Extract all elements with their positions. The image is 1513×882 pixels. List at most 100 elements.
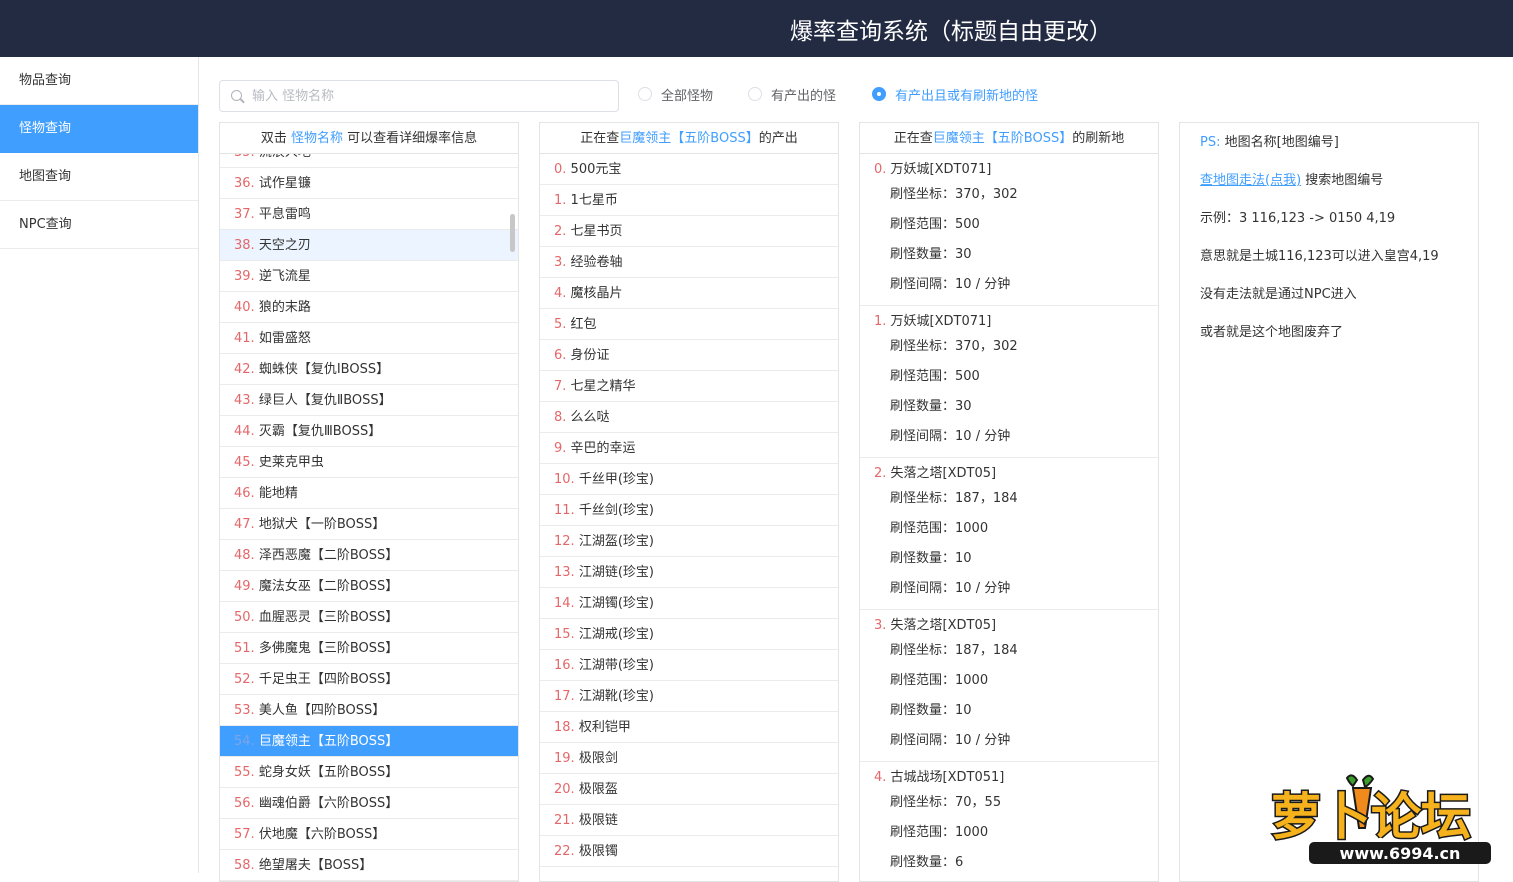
monster-row[interactable]: 51. 多佛魔鬼【三阶BOSS】	[220, 633, 518, 664]
drop-item-row[interactable]: 0. 500元宝	[540, 154, 838, 185]
monster-name: 灭霸【复仇ⅢBOSS】	[258, 424, 382, 439]
spawn-map-title: 3. 失落之塔[XDT05]	[860, 616, 1158, 636]
row-index: 50	[234, 610, 251, 625]
monster-row[interactable]: 35. 流浪人地	[220, 154, 518, 168]
spawn-location-group[interactable]: 1. 万妖城[XDT071] 刷怪坐标：370，302 刷怪范围：500 刷怪数量：3…	[860, 306, 1158, 458]
monster-row[interactable]: 55. 蛇身女妖【五阶BOSS】	[220, 757, 518, 788]
drop-item-row[interactable]: 11. 千丝剑(珍宝)	[540, 495, 838, 526]
drop-item-row[interactable]: 4. 魔核晶片	[540, 278, 838, 309]
drop-item-row[interactable]: 3. 经验卷轴	[540, 247, 838, 278]
spawn-location-group[interactable]: 0. 万妖城[XDT071] 刷怪坐标：370，302 刷怪范围：500 刷怪数量：3…	[860, 154, 1158, 306]
spawn-location-group[interactable]: 3. 失落之塔[XDT05] 刷怪坐标：187，184 刷怪范围：1000 刷怪数量：…	[860, 610, 1158, 762]
spawn-list[interactable]: 0. 万妖城[XDT071] 刷怪坐标：370，302 刷怪范围：500 刷怪数量：3…	[860, 154, 1158, 881]
monster-row[interactable]: 57. 伏地魔【六阶BOSS】	[220, 819, 518, 850]
sidebar: 物品查询 怪物查询 地图查询 NPC查询	[0, 57, 199, 873]
top-header: 爆率查询系统（标题自由更改）	[0, 0, 1513, 57]
monster-search-box[interactable]	[219, 80, 619, 112]
monster-row[interactable]: 49. 魔法女巫【二阶BOSS】	[220, 571, 518, 602]
monster-row[interactable]: 42. 蜘蛛侠【复仇ⅠBOSS】	[220, 354, 518, 385]
monster-row[interactable]: 43. 绿巨人【复仇ⅡBOSS】	[220, 385, 518, 416]
row-index: 21	[554, 813, 571, 828]
drop-item-row[interactable]: 2. 七星书页	[540, 216, 838, 247]
row-index: 40	[234, 300, 251, 315]
monster-row[interactable]: 54. 巨魔领主【五阶BOSS】	[220, 726, 518, 757]
drop-item-name: 身份证	[570, 348, 610, 363]
drop-item-row[interactable]: 8. 么么哒	[540, 402, 838, 433]
index-separator: .	[570, 503, 579, 518]
row-index: 16	[554, 658, 571, 673]
monster-row[interactable]: 56. 幽魂伯爵【六阶BOSS】	[220, 788, 518, 819]
row-index: 45	[234, 455, 251, 470]
monster-row[interactable]: 41. 如雷盛怒	[220, 323, 518, 354]
index-separator: .	[562, 286, 571, 301]
monster-row[interactable]: 45. 史莱克甲虫	[220, 447, 518, 478]
row-index: 54	[234, 734, 251, 749]
monster-list-panel: 双击 怪物名称 可以查看详细爆率信息 35. 流浪人地36. 试作星镰37. 平…	[219, 122, 519, 882]
drop-item-row[interactable]: 5. 红包	[540, 309, 838, 340]
monster-row[interactable]: 38. 天空之刃	[220, 230, 518, 261]
monster-search-input[interactable]	[252, 81, 612, 111]
monster-row[interactable]: 52. 千足虫王【四阶BOSS】	[220, 664, 518, 695]
monster-row[interactable]: 39. 逆飞流星	[220, 261, 518, 292]
sidebar-item-items[interactable]: 物品查询	[0, 57, 198, 105]
header-highlight: 怪物名称	[290, 131, 343, 146]
drop-item-row[interactable]: 20. 极限盔	[540, 774, 838, 805]
drop-item-row[interactable]: 6. 身份证	[540, 340, 838, 371]
monster-row[interactable]: 58. 绝望屠夫【BOSS】	[220, 850, 518, 881]
spawn-coord-value: 370，302	[955, 187, 1018, 202]
map-path-link[interactable]: 查地图走法(点我)	[1200, 173, 1301, 188]
monster-name: 试作星镰	[258, 176, 311, 191]
drop-list[interactable]: 0. 500元宝 1. 1七星币 2. 七星书页 3. 经验卷轴 4. 魔核晶片 5. 红…	[540, 154, 838, 881]
index-separator: .	[570, 844, 579, 859]
spawn-location-group[interactable]: 4. 古城战场[XDT051] 刷怪坐标：70，55 刷怪范围：1000 刷怪数量：6	[860, 762, 1158, 881]
monster-row[interactable]: 53. 美人鱼【四阶BOSS】	[220, 695, 518, 726]
filter-drops-or-spawn-radio[interactable]: 有产出且或有刷新地的怪	[872, 85, 1038, 104]
spawn-location-group[interactable]: 2. 失落之塔[XDT05] 刷怪坐标：187，184 刷怪范围：1000 刷怪数量：…	[860, 458, 1158, 610]
filter-all-monsters-radio[interactable]: 全部怪物	[638, 85, 713, 104]
row-index: 10	[554, 472, 571, 487]
monster-row[interactable]: 40. 狼的末路	[220, 292, 518, 323]
drop-item-row[interactable]: 1. 1七星币	[540, 185, 838, 216]
monster-name: 天空之刃	[258, 238, 311, 253]
sidebar-item-maps[interactable]: 地图查询	[0, 153, 198, 201]
spawn-range-line: 刷怪范围：1000	[860, 666, 1158, 696]
monster-list[interactable]: 35. 流浪人地36. 试作星镰37. 平息雷鸣38. 天空之刃39. 逆飞流星…	[220, 154, 518, 881]
sidebar-item-monsters[interactable]: 怪物查询	[0, 105, 198, 153]
index-separator: .	[570, 565, 579, 580]
row-index: 14	[554, 596, 571, 611]
drop-item-row[interactable]: 12. 江湖盔(珍宝)	[540, 526, 838, 557]
monster-row[interactable]: 36. 试作星镰	[220, 168, 518, 199]
drop-item-row[interactable]: 9. 辛巴的幸运	[540, 433, 838, 464]
drop-item-row[interactable]: 7. 七星之精华	[540, 371, 838, 402]
drop-item-row[interactable]: 17. 江湖靴(珍宝)	[540, 681, 838, 712]
drop-item-name: 辛巴的幸运	[570, 441, 636, 456]
monster-name: 绿巨人【复仇ⅡBOSS】	[258, 393, 392, 408]
scrollbar-thumb[interactable]	[510, 214, 515, 252]
monster-row[interactable]: 47. 地狱犬【一阶BOSS】	[220, 509, 518, 540]
page-title: 爆率查询系统（标题自由更改）	[790, 19, 1112, 45]
drop-item-row[interactable]: 10. 千丝甲(珍宝)	[540, 464, 838, 495]
drop-item-row[interactable]: 22. 极限镯	[540, 836, 838, 867]
drop-item-name: 权利铠甲	[578, 720, 631, 735]
index-separator: .	[570, 627, 579, 642]
filter-has-drops-radio[interactable]: 有产出的怪	[748, 85, 836, 104]
index-separator: .	[570, 658, 579, 673]
monster-row[interactable]: 44. 灭霸【复仇ⅢBOSS】	[220, 416, 518, 447]
drop-item-row[interactable]: 16. 江湖带(珍宝)	[540, 650, 838, 681]
sidebar-item-npc[interactable]: NPC查询	[0, 201, 198, 249]
drop-item-row[interactable]: 15. 江湖戒(珍宝)	[540, 619, 838, 650]
row-index: 53	[234, 703, 251, 718]
drop-list-header: 正在查巨魔领主【五阶BOSS】的产出	[540, 123, 838, 154]
monster-row[interactable]: 46. 能地精	[220, 478, 518, 509]
monster-row[interactable]: 50. 血腥恶灵【三阶BOSS】	[220, 602, 518, 633]
drop-item-row[interactable]: 19. 极限剑	[540, 743, 838, 774]
drop-item-row[interactable]: 18. 权利铠甲	[540, 712, 838, 743]
monster-row[interactable]: 48. 泽西恶魔【二阶BOSS】	[220, 540, 518, 571]
drop-item-row[interactable]: 13. 江湖链(珍宝)	[540, 557, 838, 588]
drop-item-row[interactable]: 14. 江湖镯(珍宝)	[540, 588, 838, 619]
spawn-range-value: 1000	[955, 521, 989, 536]
spawn-interval-label: 刷怪间隔：	[890, 277, 956, 292]
index-separator: .	[570, 813, 579, 828]
drop-item-row[interactable]: 21. 极限链	[540, 805, 838, 836]
monster-row[interactable]: 37. 平息雷鸣	[220, 199, 518, 230]
